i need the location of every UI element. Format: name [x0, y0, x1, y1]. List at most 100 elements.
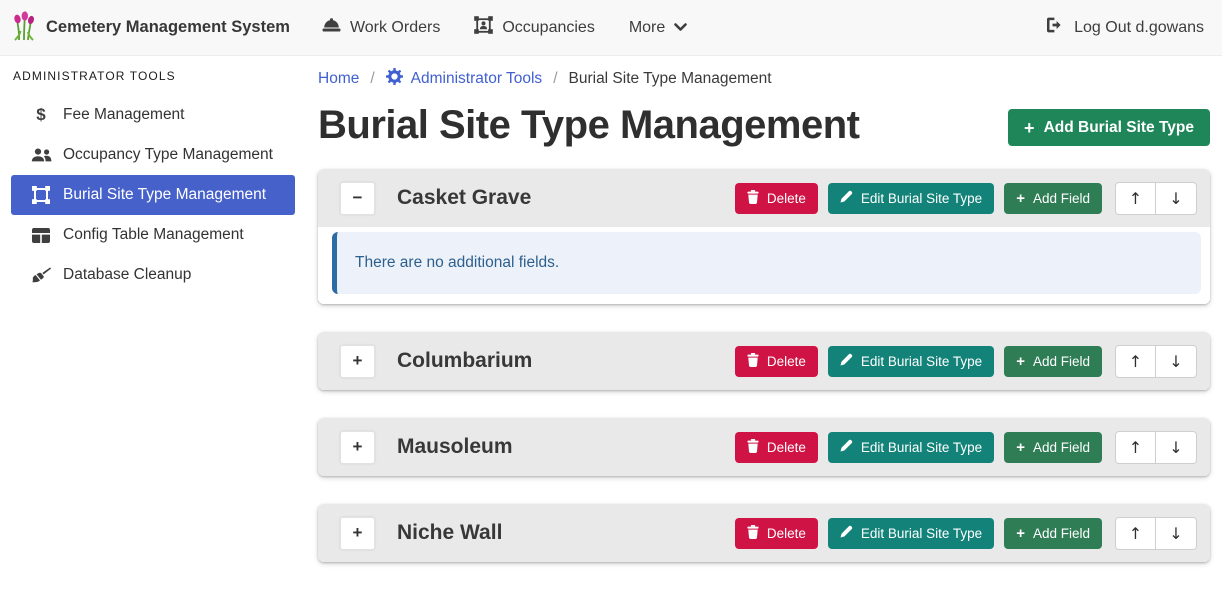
no-fields-alert: There are no additional fields.: [332, 232, 1201, 294]
move-up-button[interactable]: ↑: [1115, 431, 1156, 464]
breadcrumb-label: Administrator Tools: [411, 70, 543, 88]
edit-burial-site-type-button[interactable]: Edit Burial Site Type: [828, 346, 994, 377]
sidebar-item-database-cleanup[interactable]: Database Cleanup: [11, 255, 295, 295]
trash-icon: [747, 439, 759, 456]
title-row: Burial Site Type Management + Add Burial…: [318, 102, 1210, 149]
no-fields-message: There are no additional fields.: [355, 254, 559, 271]
expand-toggle-button[interactable]: +: [340, 517, 375, 550]
sidebar-item-fee-management[interactable]: $ Fee Management: [11, 95, 295, 135]
add-field-button[interactable]: + Add Field: [1004, 432, 1102, 463]
table-icon: [29, 228, 53, 243]
nav-more[interactable]: More: [629, 19, 687, 37]
hard-hat-icon: [322, 17, 341, 38]
sidebar-item-config-table-management[interactable]: Config Table Management: [11, 215, 295, 255]
sidebar-heading: ADMINISTRATOR TOOLS: [11, 69, 295, 95]
add-field-button[interactable]: + Add Field: [1004, 518, 1102, 549]
expand-toggle-button[interactable]: +: [340, 345, 375, 378]
delete-button[interactable]: Delete: [735, 183, 818, 214]
plus-icon: +: [1016, 354, 1025, 369]
add-field-button[interactable]: + Add Field: [1004, 183, 1102, 214]
delete-label: Delete: [767, 191, 806, 206]
trash-icon: [747, 190, 759, 207]
sidebar: ADMINISTRATOR TOOLS $ Fee Management Occ…: [0, 56, 306, 556]
edit-label: Edit Burial Site Type: [861, 354, 982, 369]
edit-burial-site-type-button[interactable]: Edit Burial Site Type: [828, 183, 994, 214]
nav-item-label: Occupancies: [502, 19, 595, 37]
nav-item-label: More: [629, 19, 665, 37]
gear-icon: [386, 68, 403, 90]
plus-icon: +: [1016, 440, 1025, 455]
up-arrow-icon: ↑: [1129, 189, 1142, 208]
reorder-buttons: ↑ ↓: [1115, 517, 1197, 550]
panel-header: + Mausoleum Delete: [318, 418, 1210, 476]
edit-label: Edit Burial Site Type: [861, 191, 982, 206]
down-arrow-icon: ↓: [1169, 352, 1182, 371]
panel-header: + Columbarium Delete: [318, 332, 1210, 390]
delete-button[interactable]: Delete: [735, 518, 818, 549]
panel-columbarium: + Columbarium Delete: [318, 332, 1210, 390]
panel-body: There are no additional fields.: [318, 227, 1210, 304]
breadcrumb-label: Home: [318, 70, 359, 88]
panel-title: Columbarium: [397, 349, 532, 373]
logout-button[interactable]: Log Out d.gowans: [1046, 17, 1204, 38]
reorder-buttons: ↑ ↓: [1115, 182, 1197, 215]
sidebar-item-burial-site-type-management[interactable]: Burial Site Type Management: [11, 175, 295, 215]
panel-actions: Delete Edit Burial Site Type + Add Field: [735, 517, 1197, 550]
nav-work-orders[interactable]: Work Orders: [322, 17, 440, 38]
delete-button[interactable]: Delete: [735, 346, 818, 377]
breadcrumb: Home / Admi: [318, 64, 1210, 90]
expand-toggle-button[interactable]: +: [340, 431, 375, 464]
edit-burial-site-type-button[interactable]: Edit Burial Site Type: [828, 432, 994, 463]
trash-icon: [747, 353, 759, 370]
panel-mausoleum: + Mausoleum Delete: [318, 418, 1210, 476]
sign-out-icon: [1046, 17, 1064, 38]
plus-icon: +: [353, 351, 363, 371]
edit-burial-site-type-button[interactable]: Edit Burial Site Type: [828, 518, 994, 549]
app-brand[interactable]: Cemetery Management System: [12, 10, 290, 46]
delete-label: Delete: [767, 440, 806, 455]
panel-actions: Delete Edit Burial Site Type + Add Field: [735, 182, 1197, 215]
breadcrumb-home-link[interactable]: Home: [318, 70, 359, 88]
move-down-button[interactable]: ↓: [1156, 517, 1197, 550]
breadcrumb-admin-tools-link[interactable]: Administrator Tools: [386, 68, 543, 90]
add-field-button[interactable]: + Add Field: [1004, 346, 1102, 377]
sidebar-item-label: Burial Site Type Management: [63, 186, 266, 204]
app-title: Cemetery Management System: [46, 18, 290, 37]
panel-actions: Delete Edit Burial Site Type + Add Field: [735, 345, 1197, 378]
panel-title: Niche Wall: [397, 521, 502, 545]
panel-header: + Niche Wall Delete: [318, 504, 1210, 562]
add-burial-site-type-label: Add Burial Site Type: [1044, 119, 1194, 137]
move-up-button[interactable]: ↑: [1115, 182, 1156, 215]
collapse-toggle-button[interactable]: −: [340, 182, 375, 215]
add-burial-site-type-button[interactable]: + Add Burial Site Type: [1008, 109, 1210, 146]
add-field-label: Add Field: [1033, 440, 1090, 455]
panel-title: Casket Grave: [397, 186, 531, 210]
pencil-icon: [840, 190, 853, 206]
users-icon: [29, 148, 53, 162]
main-content: Home / Admi: [306, 56, 1222, 590]
sidebar-item-label: Config Table Management: [63, 226, 244, 244]
down-arrow-icon: ↓: [1169, 438, 1182, 457]
page-title: Burial Site Type Management: [318, 102, 859, 149]
breadcrumb-current: Burial Site Type Management: [569, 70, 772, 88]
pencil-icon: [840, 525, 853, 541]
move-up-button[interactable]: ↑: [1115, 517, 1156, 550]
logout-label: Log Out d.gowans: [1074, 19, 1204, 37]
delete-button[interactable]: Delete: [735, 432, 818, 463]
breadcrumb-separator: /: [370, 70, 374, 88]
delete-label: Delete: [767, 354, 806, 369]
move-down-button[interactable]: ↓: [1156, 182, 1197, 215]
add-field-label: Add Field: [1033, 354, 1090, 369]
plus-icon: +: [353, 523, 363, 543]
move-down-button[interactable]: ↓: [1156, 431, 1197, 464]
nav-occupancies[interactable]: Occupancies: [474, 16, 595, 39]
edit-label: Edit Burial Site Type: [861, 440, 982, 455]
burial-site-type-list: − Casket Grave Delete: [318, 169, 1210, 562]
sidebar-item-label: Database Cleanup: [63, 266, 191, 284]
sidebar-item-label: Occupancy Type Management: [63, 146, 273, 164]
move-down-button[interactable]: ↓: [1156, 345, 1197, 378]
plus-icon: +: [353, 437, 363, 457]
move-up-button[interactable]: ↑: [1115, 345, 1156, 378]
plus-icon: +: [1016, 191, 1025, 206]
sidebar-item-occupancy-type-management[interactable]: Occupancy Type Management: [11, 135, 295, 175]
